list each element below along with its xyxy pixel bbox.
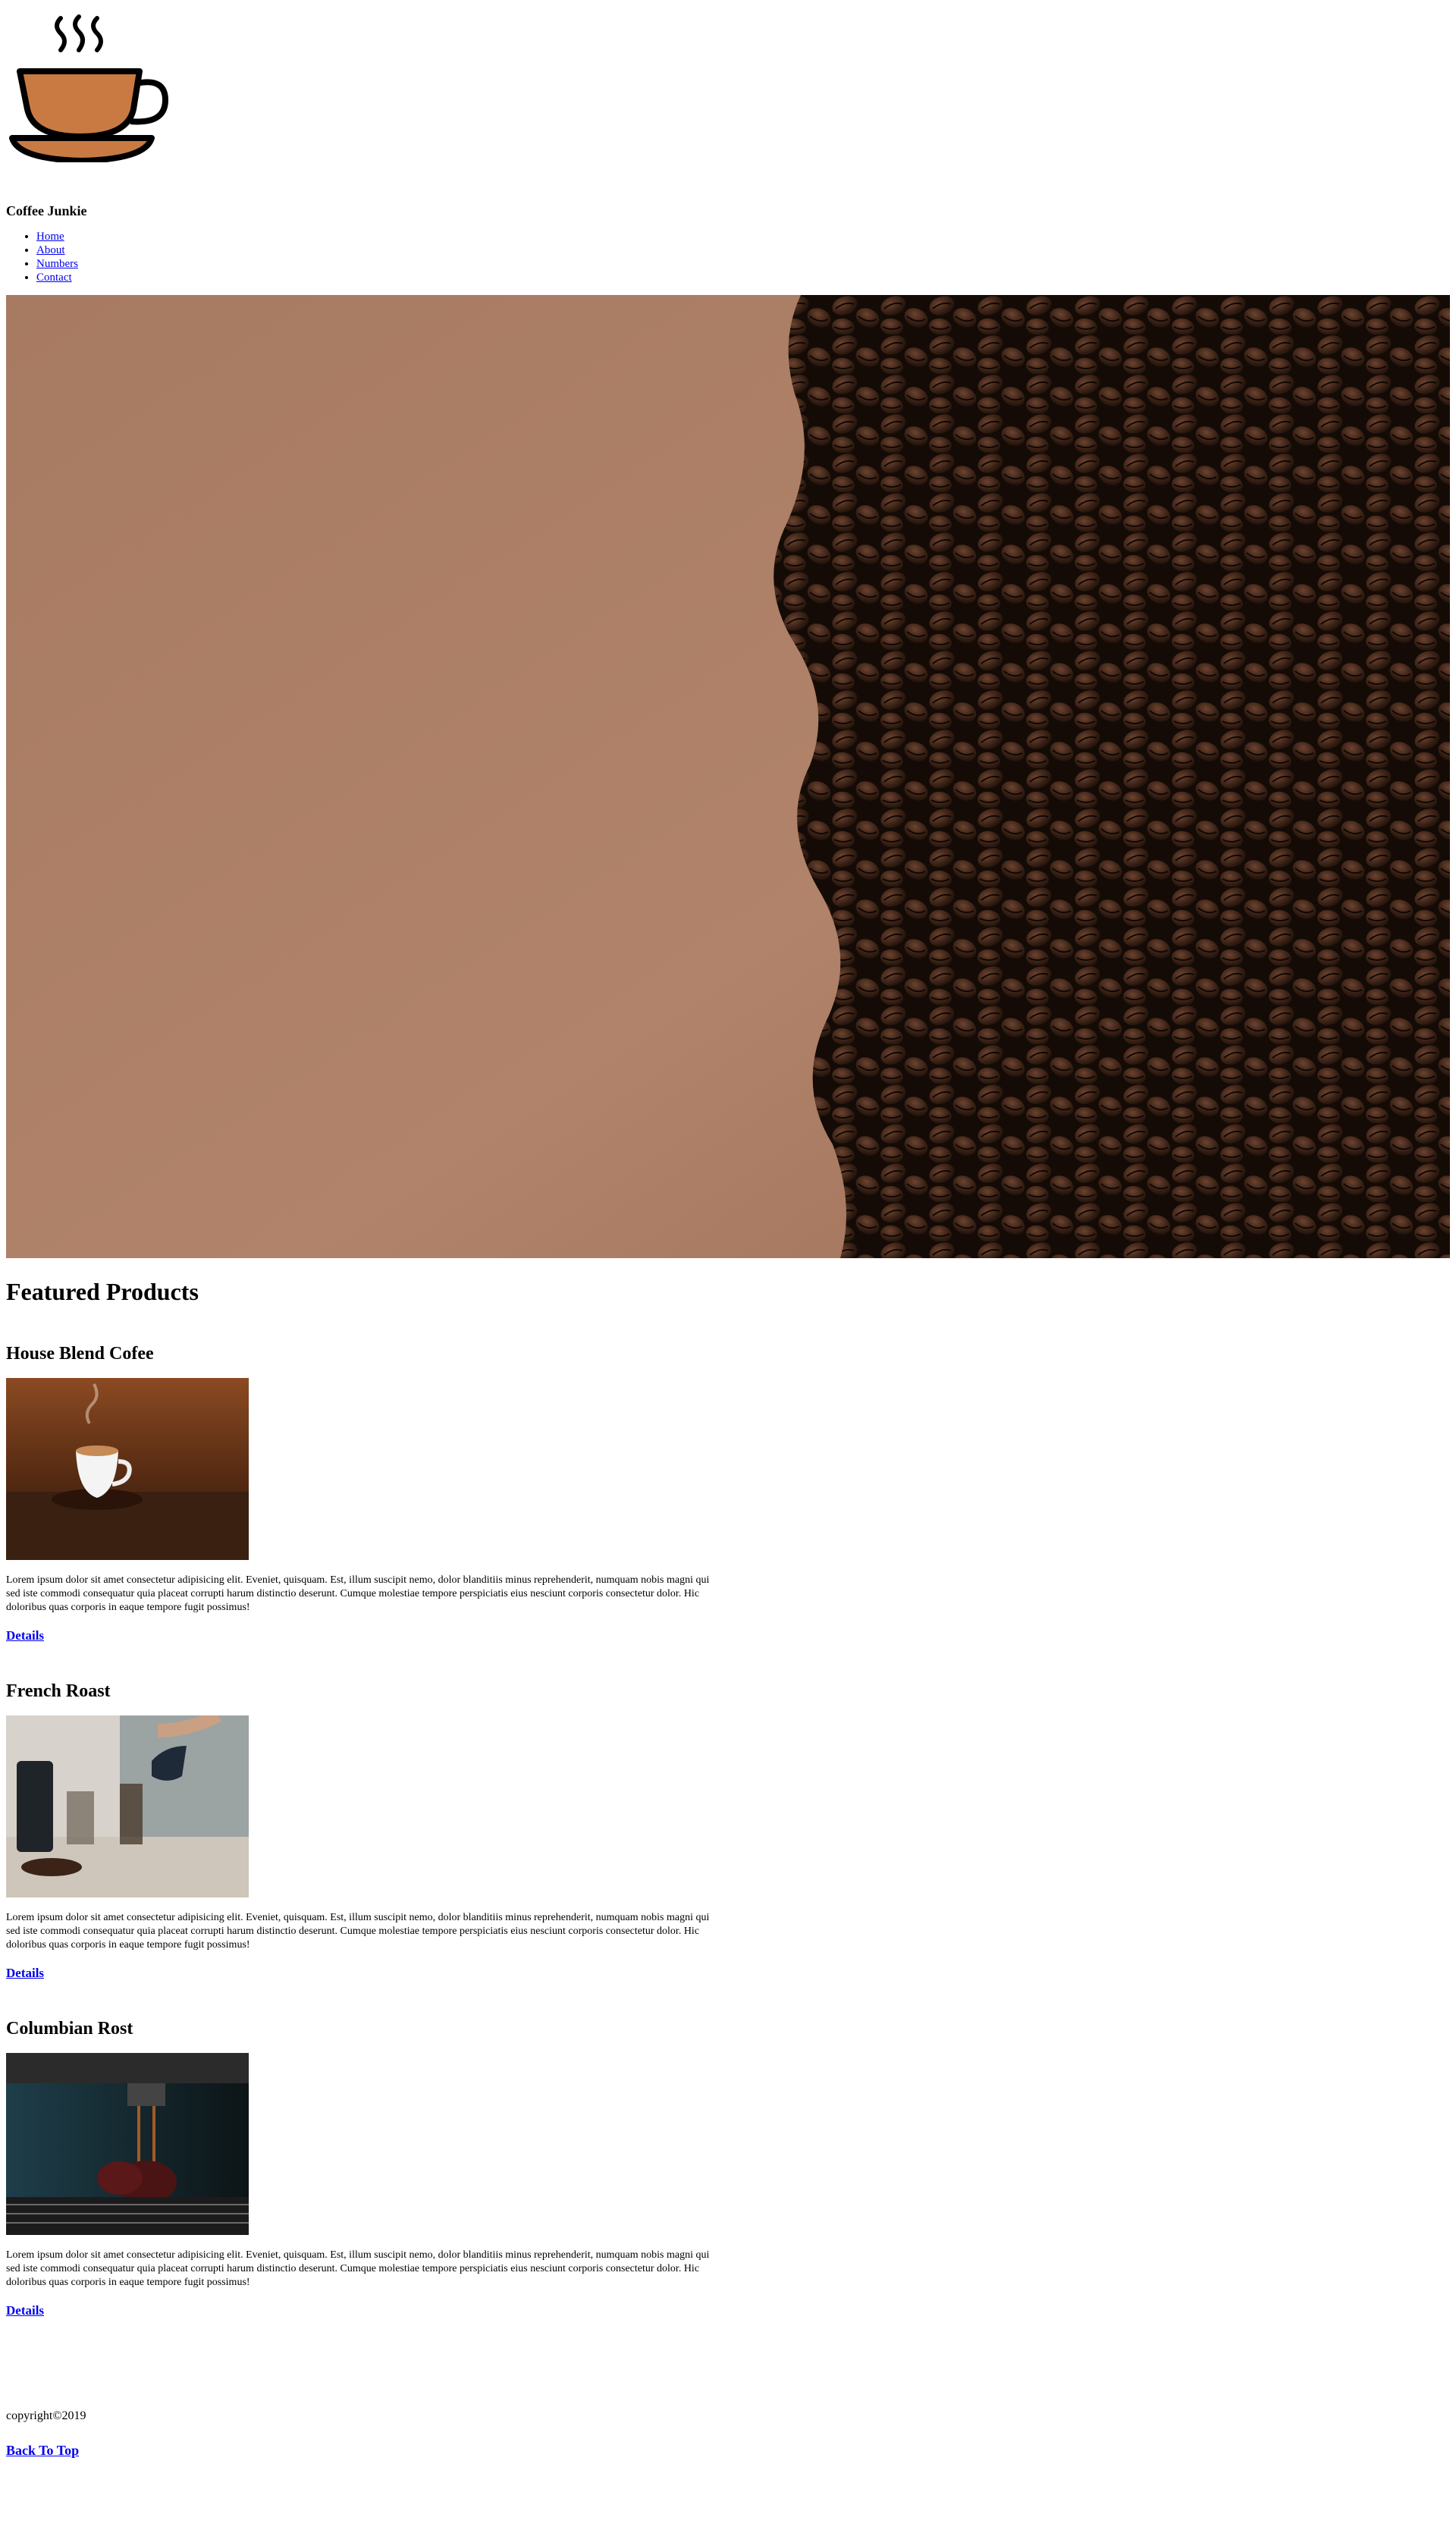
product-title: House Blend Cofee: [6, 1344, 154, 1364]
nav-item-home: Home: [36, 230, 1456, 243]
nav-item-about: About: [36, 243, 1456, 257]
product-card: French Roast Lorem ipsum dolor sit amet …: [6, 1681, 1456, 1981]
nav-link-contact[interactable]: Contact: [36, 272, 72, 284]
main-nav: Home About Numbers Contact: [6, 230, 1456, 284]
product-image-house-blend: [6, 1378, 249, 1560]
hero-coffee-beans-graphic: [6, 295, 1450, 1258]
espresso-machine-graphic: [6, 2053, 249, 2235]
nav-link-home[interactable]: Home: [36, 231, 64, 243]
page: Coffee Junkie Home About Numbers Contact: [0, 0, 1456, 2459]
back-to-top-link[interactable]: Back To Top: [6, 2443, 79, 2459]
main-content: Featured Products House Blend Cofee Lore…: [6, 1278, 1456, 2318]
product-description: Lorem ipsum dolor sit amet consectetur a…: [6, 1574, 710, 1613]
details-link[interactable]: Details: [6, 2303, 44, 2318]
site-header: Coffee Junkie Home About Numbers Contact: [6, 0, 1456, 284]
coffee-cup-on-beans-graphic: [6, 1378, 249, 1560]
brand-name: Coffee Junkie: [6, 203, 87, 218]
nav-item-contact: Contact: [36, 271, 1456, 284]
featured-products-heading: Featured Products: [6, 1278, 199, 1305]
product-image-columbian: [6, 2053, 249, 2235]
coffee-pour-graphic: [6, 1715, 249, 1897]
product-title: French Roast: [6, 1681, 111, 1701]
nav-link-numbers[interactable]: Numbers: [36, 258, 78, 270]
details-link[interactable]: Details: [6, 1628, 44, 1643]
hero-image: [6, 295, 1450, 1258]
copyright-text: copyright©2019: [6, 2409, 86, 2422]
product-card: Columbian Rost Lorem ipsum dolor sit ame…: [6, 2019, 1456, 2318]
product-image-french-roast: [6, 1715, 249, 1897]
site-footer: copyright©2019 Back To Top: [6, 2409, 1456, 2459]
nav-item-numbers: Numbers: [36, 257, 1456, 271]
coffee-cup-icon: [9, 14, 169, 162]
product-description: Lorem ipsum dolor sit amet consectetur a…: [6, 1912, 710, 1951]
product-title: Columbian Rost: [6, 2019, 133, 2039]
nav-link-about[interactable]: About: [36, 244, 65, 256]
product-description: Lorem ipsum dolor sit amet consectetur a…: [6, 2249, 710, 2288]
logo[interactable]: [6, 0, 1456, 162]
details-link[interactable]: Details: [6, 1966, 44, 1981]
product-card: House Blend Cofee Lorem ipsum dolor sit …: [6, 1344, 1456, 1643]
